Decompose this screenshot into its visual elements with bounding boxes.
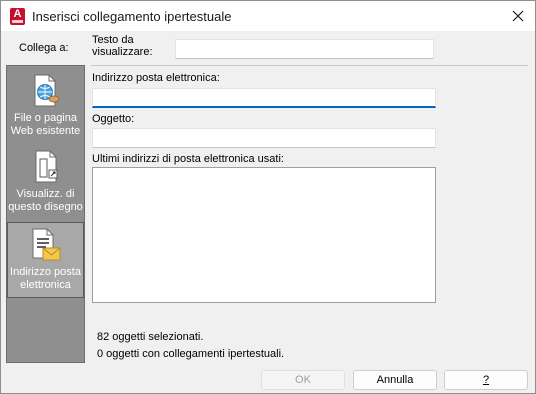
link-type-sidebar: File o pagina Web esistente Visualizz. d… xyxy=(6,65,85,363)
email-address-label: Indirizzo posta elettronica: xyxy=(92,72,220,84)
hyperlink-dialog: A Inserisci collegamento ipertestuale Co… xyxy=(0,0,536,394)
sidebar-item-email-address[interactable]: Indirizzo posta elettronica xyxy=(7,222,84,298)
divider xyxy=(91,65,528,66)
cancel-button[interactable]: Annulla xyxy=(353,370,437,390)
hyperlinked-objects-status: 0 oggetti con collegamenti ipertestuali. xyxy=(97,348,285,360)
title-bar: A Inserisci collegamento ipertestuale xyxy=(1,1,535,31)
help-button-label: ? xyxy=(482,374,490,386)
web-page-icon xyxy=(34,74,59,107)
drawing-view-icon xyxy=(35,150,57,183)
window-title: Inserisci collegamento ipertestuale xyxy=(32,9,232,24)
subject-input[interactable] xyxy=(92,128,436,148)
subject-label: Oggetto: xyxy=(92,113,135,125)
ok-button-label: OK xyxy=(295,374,311,386)
email-address-icon xyxy=(32,228,60,261)
selected-objects-status: 82 oggetti selezionati. xyxy=(97,331,204,343)
sidebar-item-existing-file-web-page[interactable]: File o pagina Web esistente xyxy=(7,74,84,144)
close-icon[interactable] xyxy=(512,10,524,22)
email-address-input[interactable] xyxy=(92,88,436,108)
sidebar-item-this-drawing-view[interactable]: Visualizz. di questo disegno xyxy=(7,150,84,220)
cancel-button-label: Annulla xyxy=(376,374,414,386)
sidebar-item-label: Indirizzo posta elettronica xyxy=(10,266,81,291)
help-button[interactable]: ? xyxy=(444,370,528,390)
autocad-app-icon: A xyxy=(10,8,25,25)
ok-button[interactable]: OK xyxy=(261,370,345,390)
display-text-label: Testo da visualizzare: xyxy=(92,34,153,58)
close-button[interactable] xyxy=(505,4,531,28)
sidebar-item-label: File o pagina Web esistente xyxy=(10,112,81,137)
display-text-input[interactable] xyxy=(175,39,434,59)
recent-emails-list[interactable] xyxy=(92,167,436,303)
recent-emails-label: Ultimi indirizzi di posta elettronica us… xyxy=(92,153,284,165)
link-to-label: Collega a: xyxy=(19,42,69,54)
sidebar-item-label: Visualizz. di questo disegno xyxy=(8,188,83,213)
